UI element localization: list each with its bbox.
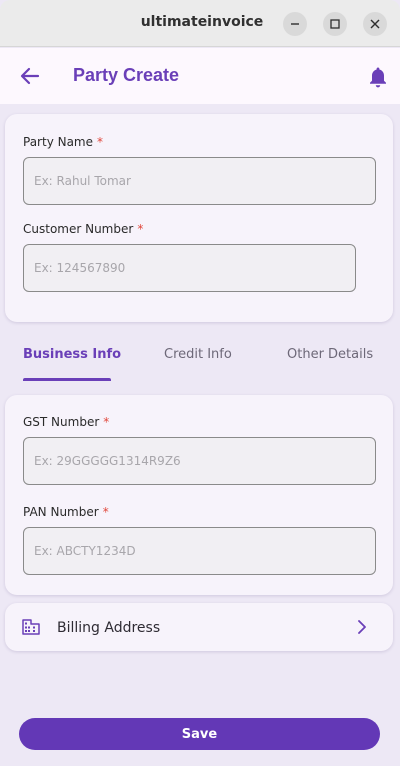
maximize-icon: [330, 19, 340, 29]
party-name-input[interactable]: [24, 158, 375, 204]
party-name-field[interactable]: [23, 157, 376, 205]
business-info-card: GST Number* PAN Number*: [5, 395, 393, 595]
active-tab-indicator: [23, 378, 111, 381]
tab-other-details[interactable]: Other Details: [287, 347, 373, 362]
pan-number-label: PAN Number *: [23, 505, 109, 519]
minimize-icon: [291, 23, 299, 25]
chevron-right-icon: [358, 620, 366, 634]
customer-number-field[interactable]: [23, 244, 356, 292]
tab-credit-info[interactable]: Credit Info: [164, 347, 232, 362]
pan-number-field[interactable]: [23, 527, 376, 575]
back-arrow-icon[interactable]: [18, 64, 42, 88]
window-titlebar: ultimateinvoice: [0, 0, 400, 47]
close-button[interactable]: [363, 12, 387, 36]
billing-address-label: Billing Address: [57, 620, 161, 636]
notification-bell-icon[interactable]: [368, 66, 388, 88]
close-icon: [370, 19, 380, 29]
save-button[interactable]: Save: [19, 718, 380, 750]
customer-number-label: Customer Number *: [23, 222, 144, 236]
pan-number-input[interactable]: [24, 528, 375, 574]
customer-number-input[interactable]: [24, 245, 355, 291]
page-title: Party Create: [73, 65, 180, 85]
tab-business-info[interactable]: Business Info: [23, 347, 121, 362]
party-name-label: Party Name *: [23, 135, 104, 149]
gst-number-input[interactable]: [24, 438, 375, 484]
gst-number-field[interactable]: [23, 437, 376, 485]
minimize-button[interactable]: [283, 12, 307, 36]
maximize-button[interactable]: [323, 12, 347, 36]
gst-number-label: GST Number *: [23, 415, 110, 429]
party-card: Party Name* Customer Number*: [5, 114, 393, 322]
billing-address-row[interactable]: Billing Address: [5, 603, 393, 651]
building-icon: [22, 619, 40, 635]
app-bar: Party Create: [0, 48, 400, 104]
tab-bar: Business Info Credit Info Other Details: [0, 333, 400, 383]
